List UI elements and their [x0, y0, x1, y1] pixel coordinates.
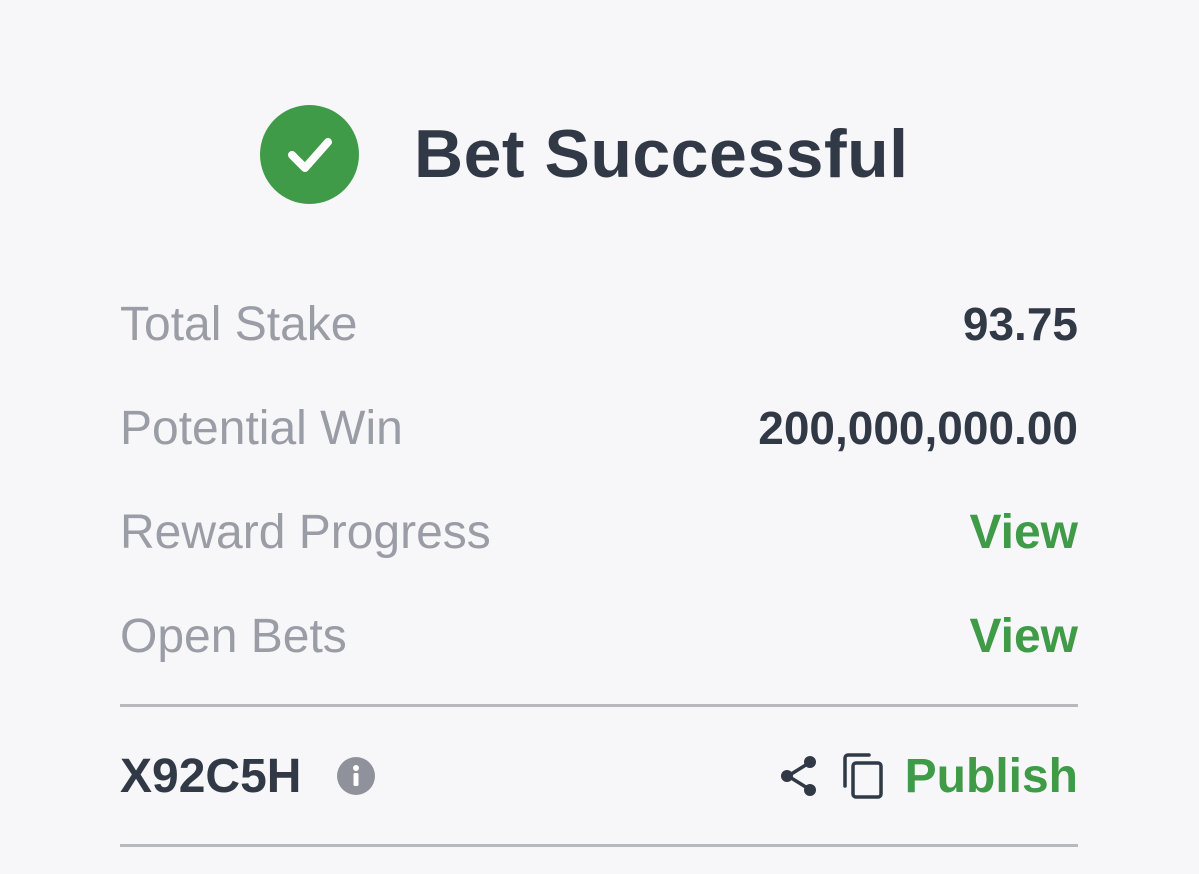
booking-code: X92C5H — [120, 749, 302, 803]
booking-code-group: X92C5H — [120, 749, 376, 804]
reward-progress-view-link[interactable]: View — [969, 505, 1078, 560]
reward-progress-row: Reward Progress View — [120, 480, 1078, 584]
success-header: Bet Successful — [260, 104, 909, 204]
potential-win-row: Potential Win 200,000,000.00 — [120, 376, 1078, 480]
open-bets-label: Open Bets — [120, 609, 347, 663]
total-stake-row: Total Stake 93.75 — [120, 272, 1078, 376]
total-stake-label: Total Stake — [120, 297, 358, 351]
open-bets-view-link[interactable]: View — [969, 609, 1078, 664]
open-bets-row: Open Bets View — [120, 584, 1078, 688]
page-title: Bet Successful — [414, 116, 909, 192]
copy-icon[interactable] — [841, 752, 885, 800]
info-icon[interactable] — [337, 757, 376, 795]
divider-bottom — [120, 844, 1078, 847]
booking-actions: Publish — [779, 749, 1078, 804]
share-icon[interactable] — [779, 754, 819, 798]
booking-code-row: X92C5H Publish — [120, 726, 1078, 826]
divider-top — [120, 704, 1078, 707]
potential-win-label: Potential Win — [120, 401, 403, 455]
publish-button[interactable]: Publish — [905, 749, 1078, 804]
bet-success-panel: Bet Successful Total Stake 93.75 Potenti… — [0, 0, 1199, 874]
bet-summary-list: Total Stake 93.75 Potential Win 200,000,… — [120, 272, 1078, 688]
reward-progress-label: Reward Progress — [120, 505, 491, 559]
checkmark-icon — [287, 138, 332, 172]
potential-win-value: 200,000,000.00 — [758, 402, 1078, 454]
check-circle-icon — [260, 104, 359, 204]
total-stake-value: 93.75 — [962, 298, 1078, 350]
